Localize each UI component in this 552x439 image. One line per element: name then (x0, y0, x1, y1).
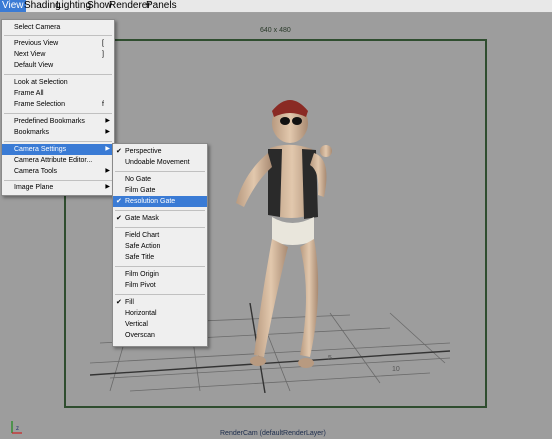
menu-fill[interactable]: ✔ Fill (113, 297, 207, 308)
submenu-arrow-icon: ▶ (105, 118, 110, 124)
menu-no-gate[interactable]: No Gate (113, 174, 207, 185)
menu-gate-mask[interactable]: ✔ Gate Mask (113, 213, 207, 224)
menu-look-at-selection[interactable]: Look at Selection (2, 77, 114, 88)
view-menu-dropdown: Select Camera Previous View[ Next View] … (1, 19, 115, 196)
menu-camera-attribute-editor[interactable]: Camera Attribute Editor... (2, 155, 114, 166)
menu-safe-action[interactable]: Safe Action (113, 241, 207, 252)
menu-film-gate[interactable]: Film Gate (113, 185, 207, 196)
submenu-arrow-icon: ▶ (105, 129, 110, 135)
menu-perspective[interactable]: ✔ Perspective (113, 146, 207, 157)
menu-select-camera[interactable]: Select Camera (2, 22, 114, 33)
camera-name-label: RenderCam (defaultRenderLayer) (220, 430, 326, 437)
check-icon: ✔ (116, 299, 122, 306)
check-icon: ✔ (116, 148, 122, 155)
menu-camera-settings[interactable]: Camera Settings ▶ (2, 144, 114, 155)
menu-safe-title[interactable]: Safe Title (113, 252, 207, 263)
menu-film-pivot[interactable]: Film Pivot (113, 280, 207, 291)
axis-gizmo: z (11, 421, 22, 434)
menu-resolution-gate[interactable]: ✔ Resolution Gate (113, 196, 207, 207)
menu-frame-all[interactable]: Frame All (2, 88, 114, 99)
submenu-arrow-icon: ▶ (105, 184, 110, 190)
menu-undoable-movement[interactable]: Undoable Movement (113, 157, 207, 168)
menu-horizontal[interactable]: Horizontal (113, 308, 207, 319)
menu-panels[interactable]: Panels (144, 0, 179, 12)
menu-frame-selection[interactable]: Frame Selection f (2, 99, 114, 110)
camera-settings-submenu: ✔ Perspective Undoable Movement No Gate F… (112, 143, 208, 347)
resolution-label: 640 x 480 (260, 27, 291, 34)
menu-predefined-bookmarks[interactable]: Predefined Bookmarks ▶ (2, 116, 114, 127)
svg-text:z: z (16, 426, 19, 432)
character-model[interactable] (200, 93, 360, 393)
menu-default-view[interactable]: Default View (2, 60, 114, 71)
submenu-arrow-icon: ▶ (105, 146, 110, 152)
menu-vertical[interactable]: Vertical (113, 319, 207, 330)
menu-overscan[interactable]: Overscan (113, 330, 207, 341)
menu-next-view[interactable]: Next View] (2, 49, 114, 60)
menu-camera-tools[interactable]: Camera Tools ▶ (2, 166, 114, 177)
menu-bookmarks[interactable]: Bookmarks ▶ (2, 127, 114, 138)
menu-film-origin[interactable]: Film Origin (113, 269, 207, 280)
check-icon: ✔ (116, 215, 122, 222)
menu-image-plane[interactable]: Image Plane ▶ (2, 182, 114, 193)
grid-number: 10 (392, 366, 400, 373)
check-icon: ✔ (116, 198, 122, 205)
menu-previous-view[interactable]: Previous View[ (2, 38, 114, 49)
menu-field-chart[interactable]: Field Chart (113, 230, 207, 241)
viewport-menubar: View Shading Lighting Show Renderer Pane… (0, 0, 552, 13)
submenu-arrow-icon: ▶ (105, 168, 110, 174)
